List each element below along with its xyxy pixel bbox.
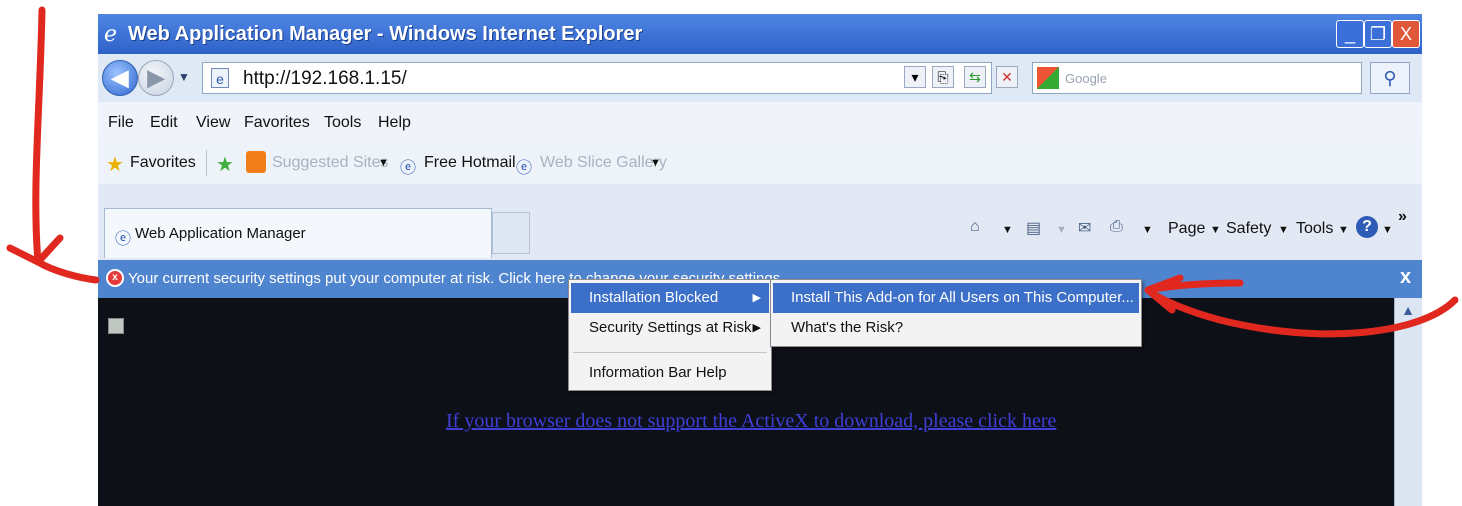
right-annotation-arrow — [1144, 274, 1459, 338]
annotation-arrows — [6, 6, 1459, 338]
left-annotation-arrow — [6, 6, 100, 284]
